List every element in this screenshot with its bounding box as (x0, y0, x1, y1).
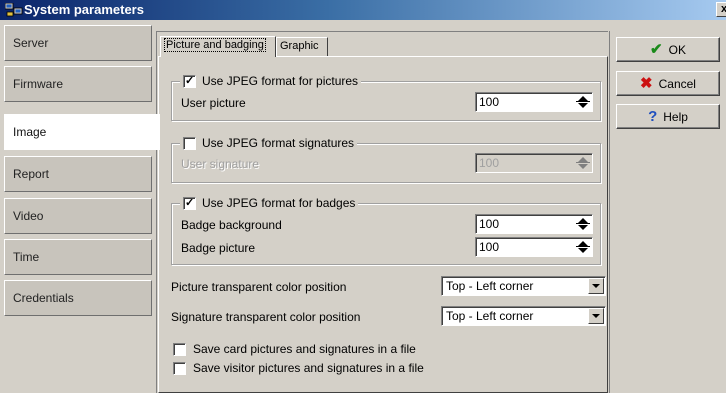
tab-label: Graphic (280, 40, 319, 52)
signatures-group-legend: Use JPEG format signatures (180, 136, 358, 150)
close-icon: x (720, 3, 726, 15)
badge-picture-label: Badge picture (181, 241, 256, 255)
spinner-arrows-icon[interactable] (575, 216, 591, 232)
signature-transparent-color-value: Top - Left corner (446, 309, 534, 323)
save-visitor-pictures-label: Save visitor pictures and signatures in … (193, 361, 424, 375)
signature-transparent-color-select[interactable]: Top - Left corner (441, 306, 606, 326)
save-card-pictures-checkbox[interactable] (173, 342, 186, 356)
sidebar-item-credentials[interactable]: Credentials (4, 280, 152, 316)
badge-picture-value: 100 (479, 240, 500, 254)
system-parameters-window: System parameters x Server Firmware Imag… (0, 0, 726, 393)
system-parameters-icon (5, 3, 23, 17)
use-jpeg-pictures-checkbox[interactable] (183, 74, 196, 88)
question-mark-icon: ? (648, 108, 658, 125)
badge-background-value: 100 (479, 217, 500, 231)
help-button[interactable]: ? Help (616, 104, 720, 129)
badge-background-spinner[interactable]: 100 (475, 214, 593, 234)
window-title: System parameters (24, 2, 144, 17)
user-picture-value: 100 (479, 95, 500, 109)
user-signature-spinner[interactable]: 100 (475, 153, 593, 173)
use-jpeg-signatures-checkbox[interactable] (183, 136, 196, 150)
red-x-icon: ✖ (640, 75, 653, 92)
sidebar-item-label: Video (13, 209, 44, 223)
checkmark-icon: ✔ (650, 41, 663, 58)
tab-graphic[interactable]: Graphic (276, 37, 328, 56)
use-jpeg-badges-label: Use JPEG format for badges (202, 196, 356, 210)
sidebar-item-server[interactable]: Server (4, 25, 152, 61)
spinner-arrows-icon[interactable] (575, 239, 591, 255)
user-signature-value: 100 (479, 156, 500, 170)
cancel-button-label: Cancel (658, 76, 696, 91)
picture-transparent-color-select[interactable]: Top - Left corner (441, 276, 606, 296)
ok-button-label: OK (668, 42, 686, 57)
save-card-pictures-label: Save card pictures and signatures in a f… (193, 342, 416, 356)
sidebar-item-report[interactable]: Report (4, 156, 152, 192)
user-picture-spinner[interactable]: 100 (475, 92, 593, 112)
save-visitor-pictures-option[interactable]: Save visitor pictures and signatures in … (173, 361, 424, 375)
tab-picture-and-badging[interactable]: Picture and badging (160, 36, 276, 57)
user-signature-label: User signature (181, 157, 260, 171)
use-jpeg-signatures-label: Use JPEG format signatures (202, 136, 355, 150)
sidebar-item-image[interactable]: Image (4, 114, 160, 150)
title-bar: System parameters x (0, 0, 726, 20)
sidebar-item-firmware[interactable]: Firmware (4, 66, 152, 102)
tab-label: Picture and badging (164, 38, 266, 52)
save-card-pictures-option[interactable]: Save card pictures and signatures in a f… (173, 342, 416, 356)
pictures-group-legend: Use JPEG format for pictures (180, 74, 362, 88)
sidebar-item-time[interactable]: Time (4, 239, 152, 275)
ok-button[interactable]: ✔ OK (616, 37, 720, 62)
chevron-down-icon[interactable] (588, 308, 604, 324)
sidebar-item-video[interactable]: Video (4, 198, 152, 234)
sidebar-item-label: Server (13, 36, 49, 50)
sidebar: Server Firmware Image Report Video Time … (0, 25, 160, 393)
use-jpeg-badges-checkbox[interactable] (183, 196, 196, 210)
help-button-label: Help (663, 109, 688, 124)
picture-transparent-color-value: Top - Left corner (446, 279, 534, 293)
badge-picture-spinner[interactable]: 100 (475, 237, 593, 257)
use-jpeg-pictures-label: Use JPEG format for pictures (202, 74, 359, 88)
picture-transparent-color-label: Picture transparent color position (171, 280, 347, 294)
close-button[interactable]: x (716, 2, 726, 17)
cancel-button[interactable]: ✖ Cancel (616, 71, 720, 96)
spinner-arrows-icon[interactable] (575, 94, 591, 110)
badges-group-legend: Use JPEG format for badges (180, 196, 359, 210)
sidebar-item-label: Time (13, 250, 40, 264)
badge-background-label: Badge background (181, 218, 282, 232)
save-visitor-pictures-checkbox[interactable] (173, 361, 186, 375)
user-picture-label: User picture (181, 96, 246, 110)
sidebar-item-label: Credentials (13, 291, 74, 305)
chevron-down-icon[interactable] (588, 278, 604, 294)
sidebar-item-label: Report (13, 167, 50, 181)
sidebar-item-label: Firmware (13, 77, 63, 91)
spinner-arrows-icon[interactable] (575, 155, 591, 171)
signature-transparent-color-label: Signature transparent color position (171, 310, 361, 324)
sidebar-item-label: Image (13, 125, 47, 139)
